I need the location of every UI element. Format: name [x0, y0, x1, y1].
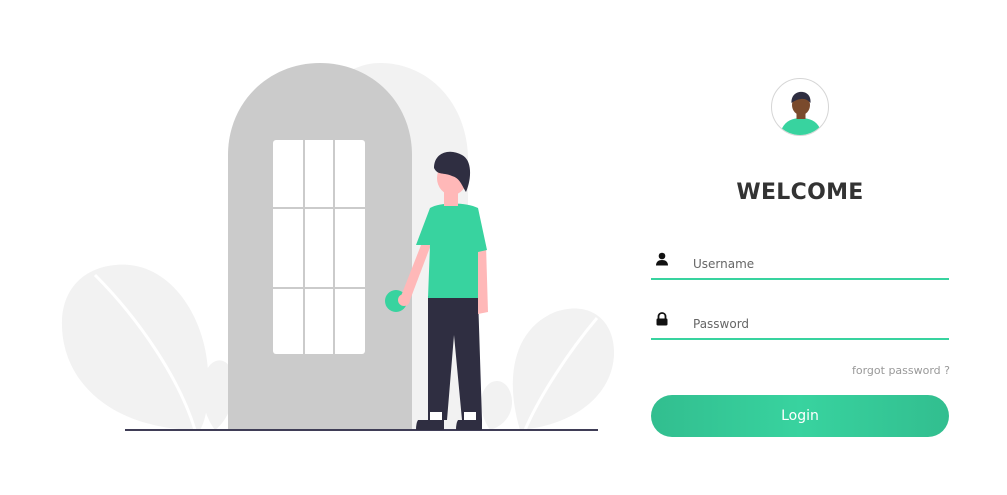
login-button[interactable]: Login — [651, 395, 949, 437]
person-at-door-illustration — [61, 63, 615, 431]
avatar-person-icon — [780, 91, 822, 135]
plant-right — [512, 308, 615, 430]
lock-icon — [655, 312, 669, 326]
password-input[interactable] — [693, 314, 933, 334]
welcome-title: WELCOME — [736, 180, 864, 205]
user-icon — [655, 252, 669, 266]
forgot-password-link[interactable]: forgot password ? — [852, 364, 950, 377]
username-field — [651, 250, 949, 280]
door-window — [273, 140, 365, 354]
login-form: WELCOME forgot password ? Login — [650, 0, 950, 495]
door-illustration — [0, 0, 640, 495]
user-avatar-icon — [771, 78, 829, 136]
password-field — [651, 310, 949, 340]
username-input[interactable] — [693, 254, 933, 274]
plant-right-small — [481, 380, 512, 430]
login-page: WELCOME forgot password ? Login — [0, 0, 1007, 495]
